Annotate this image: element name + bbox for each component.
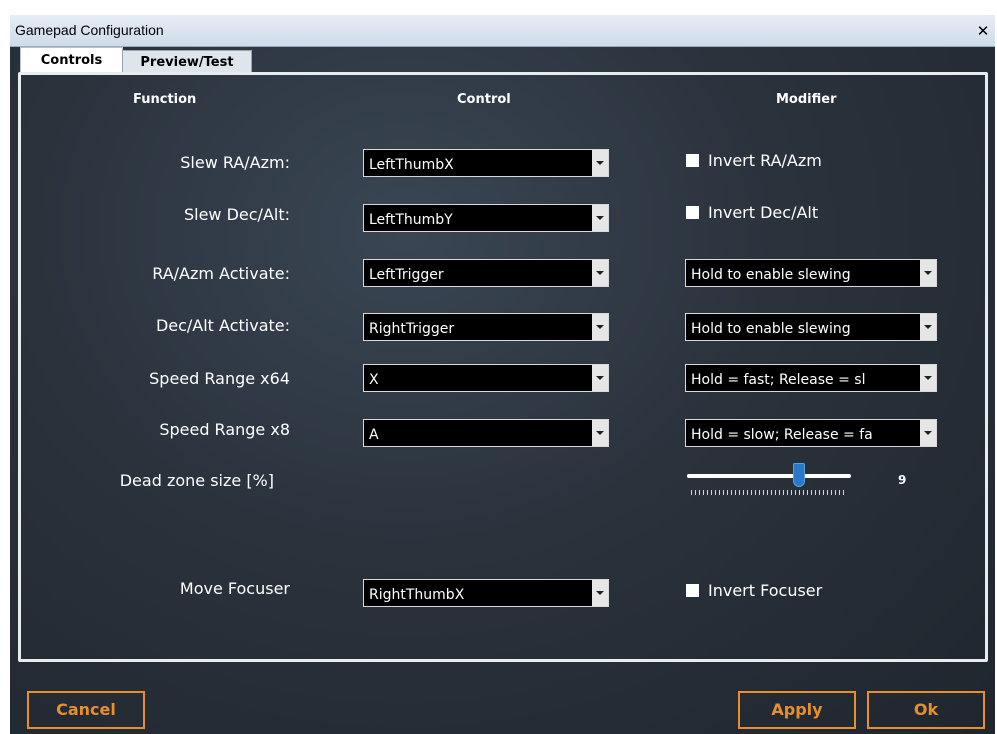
slew-ra-control-value: LeftThumbX (369, 157, 454, 173)
chevron-down-icon[interactable] (592, 420, 608, 446)
slider-thumb[interactable] (793, 463, 805, 487)
ra-activate-label: RA/Azm Activate: (152, 264, 290, 283)
dead-zone-label: Dead zone size [%] (119, 471, 274, 490)
close-icon[interactable]: ✕ (974, 21, 992, 41)
ra-activate-control-select[interactable]: LeftTrigger (363, 259, 609, 287)
dec-activate-control-value: RightTrigger (369, 321, 455, 337)
control-header: Control (457, 92, 511, 107)
focuser-control-select[interactable]: RightThumbX (363, 579, 609, 607)
chevron-down-icon[interactable] (920, 260, 936, 286)
focuser-control-value: RightThumbX (369, 587, 465, 603)
dec-activate-modifier-value: Hold to enable slewing (691, 321, 851, 337)
invert-dec-label: Invert Dec/Alt (708, 203, 819, 222)
chevron-down-icon[interactable] (920, 365, 936, 391)
ra-activate-modifier-select[interactable]: Hold to enable slewing (685, 259, 937, 287)
chevron-down-icon[interactable] (592, 580, 608, 606)
chevron-down-icon[interactable] (592, 260, 608, 286)
invert-focuser-checkbox[interactable] (686, 584, 699, 597)
apply-button[interactable]: Apply (738, 691, 856, 729)
speed-x8-modifier-value: Hold = slow; Release = fa (691, 427, 873, 443)
chevron-down-icon[interactable] (592, 314, 608, 340)
chevron-down-icon[interactable] (592, 365, 608, 391)
speed-x8-label: Speed Range x8 (159, 420, 290, 439)
cancel-button[interactable]: Cancel (27, 691, 145, 729)
speed-x64-label: Speed Range x64 (149, 369, 290, 388)
speed-x64-modifier-select[interactable]: Hold = fast; Release = sl (685, 364, 937, 392)
slew-dec-label: Slew Dec/Alt: (183, 205, 290, 224)
speed-x64-control-value: X (369, 372, 379, 388)
slider-track[interactable] (687, 474, 851, 478)
slew-dec-control-select[interactable]: LeftThumbY (363, 204, 609, 232)
speed-x8-control-select[interactable]: A (363, 419, 609, 447)
ok-button[interactable]: Ok (867, 691, 985, 729)
speed-x8-modifier-select[interactable]: Hold = slow; Release = fa (685, 419, 937, 447)
ra-activate-control-value: LeftTrigger (369, 267, 444, 283)
invert-focuser-label: Invert Focuser (708, 581, 823, 600)
chevron-down-icon[interactable] (920, 314, 936, 340)
dead-zone-value: 9 (898, 473, 907, 487)
move-focuser-label: Move Focuser (179, 579, 290, 598)
dec-activate-control-select[interactable]: RightTrigger (363, 313, 609, 341)
ra-activate-modifier-value: Hold to enable slewing (691, 267, 851, 283)
tab-controls[interactable]: Controls (20, 47, 123, 75)
dec-activate-modifier-select[interactable]: Hold to enable slewing (685, 313, 937, 341)
invert-dec-checkbox[interactable] (686, 206, 699, 219)
dead-zone-slider[interactable] (687, 457, 857, 497)
slew-dec-control-value: LeftThumbY (369, 212, 453, 228)
speed-x64-control-select[interactable]: X (363, 364, 609, 392)
dec-activate-label: Dec/Alt Activate: (155, 316, 290, 335)
slew-ra-control-select[interactable]: LeftThumbX (363, 149, 609, 177)
speed-x8-control-value: A (369, 427, 379, 443)
invert-ra-label: Invert RA/Azm (708, 151, 822, 170)
function-header: Function (133, 92, 197, 107)
slider-fill (687, 474, 799, 478)
chevron-down-icon[interactable] (920, 420, 936, 446)
slew-ra-label: Slew RA/Azm: (180, 153, 290, 172)
speed-x64-modifier-value: Hold = fast; Release = sl (691, 372, 866, 388)
invert-ra-checkbox[interactable] (686, 154, 699, 167)
chevron-down-icon[interactable] (592, 205, 608, 231)
title-bar: Gamepad Configuration ✕ (10, 15, 995, 47)
modifier-header: Modifier (776, 92, 837, 107)
chevron-down-icon[interactable] (592, 150, 608, 176)
slider-ticks (691, 490, 847, 495)
window-title: Gamepad Configuration (15, 22, 164, 38)
